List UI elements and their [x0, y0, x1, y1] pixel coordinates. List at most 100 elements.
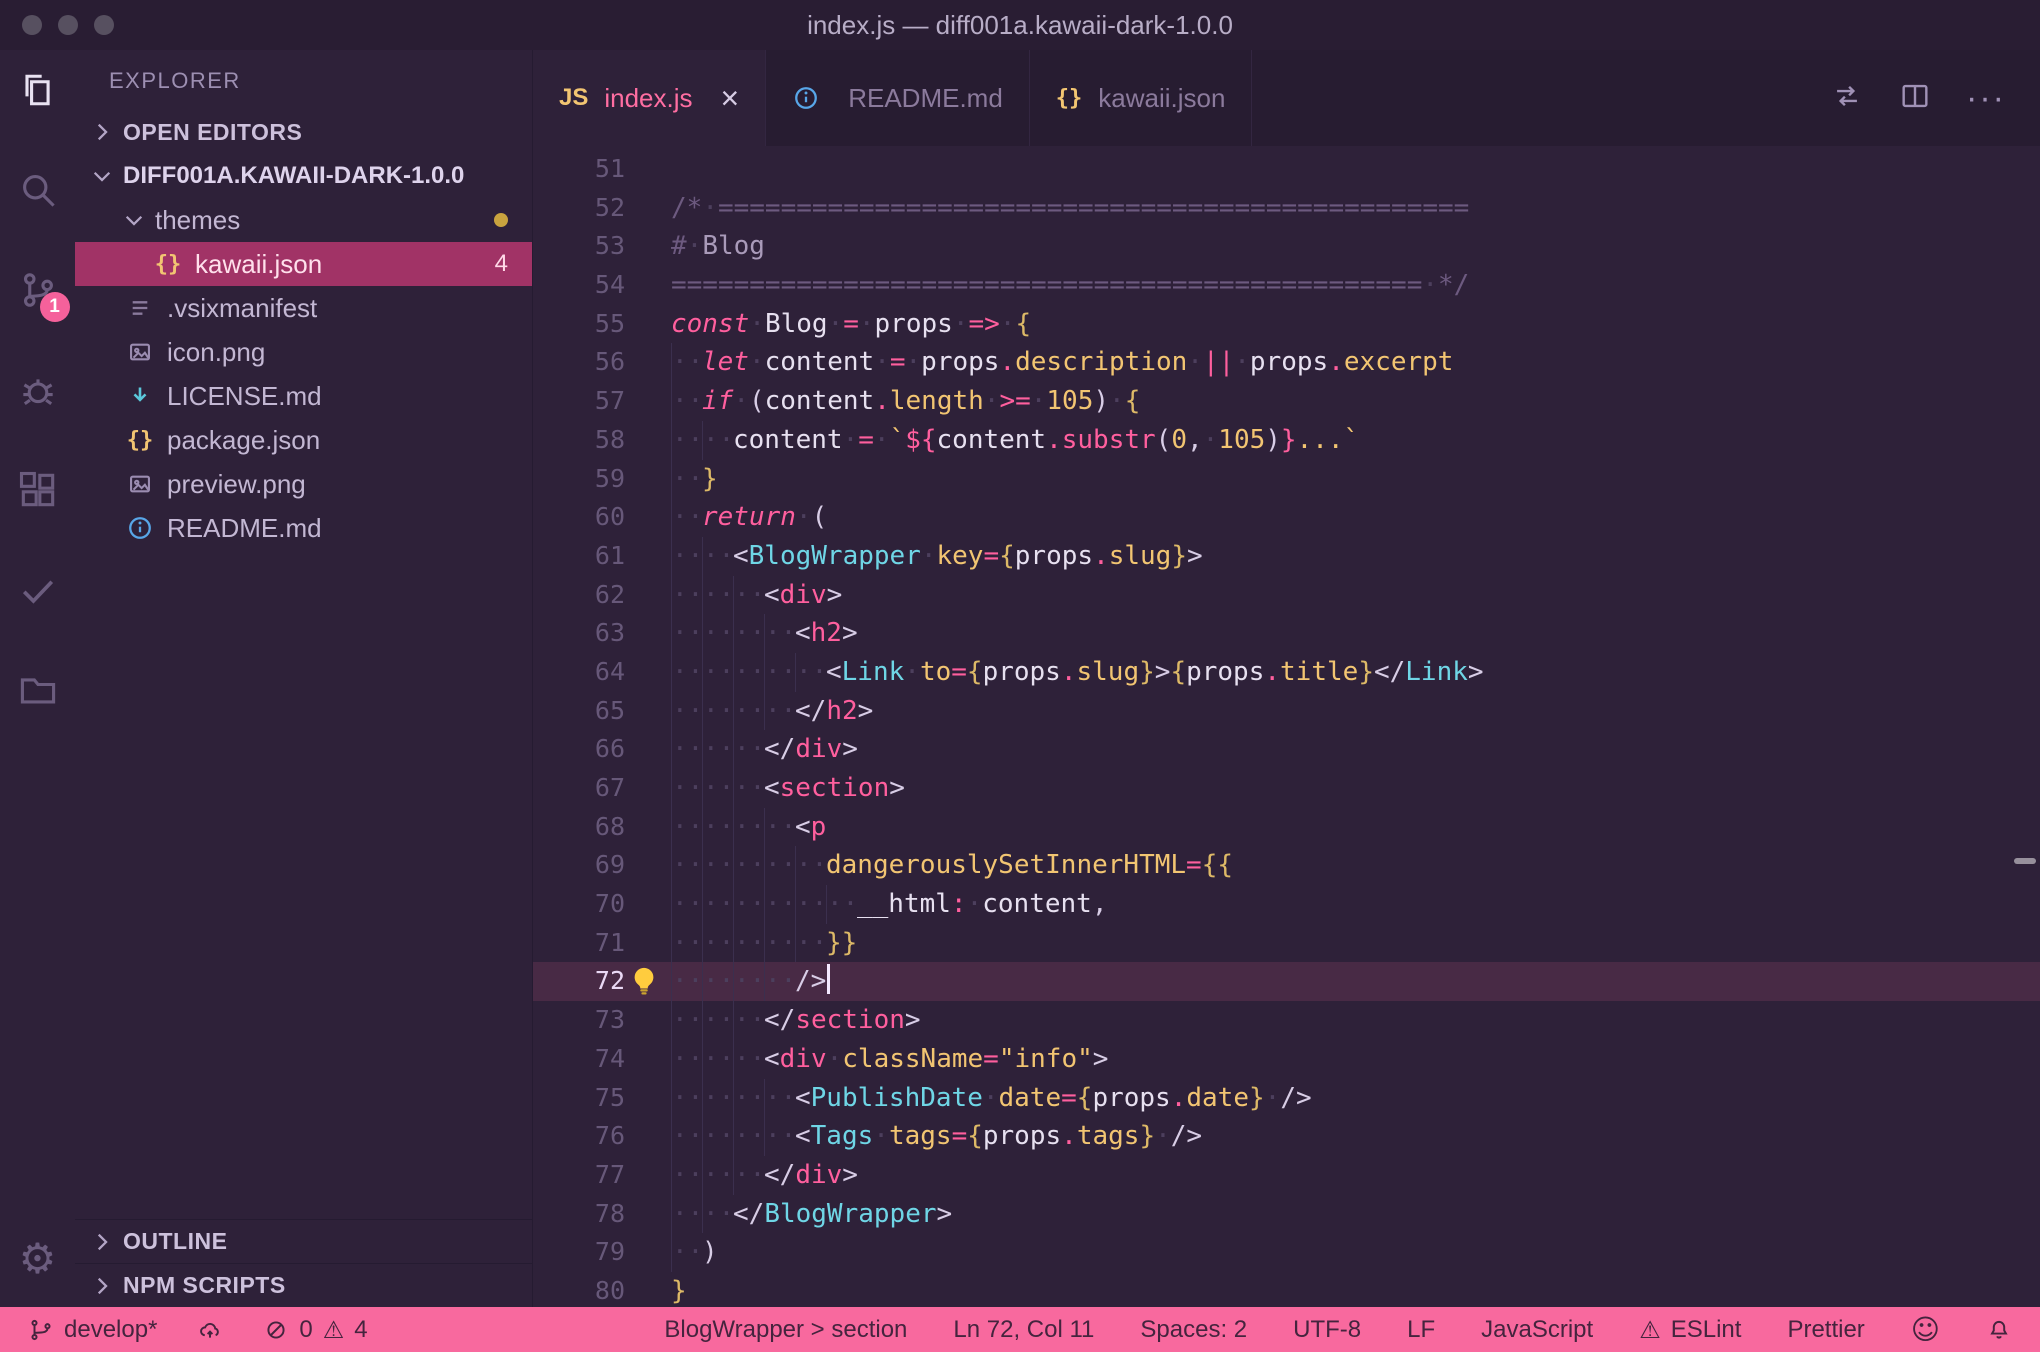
code-token: ··	[733, 962, 764, 1001]
tree-item-package-json[interactable]: {} package.json	[75, 418, 532, 462]
run-debug-icon[interactable]	[16, 368, 60, 412]
code-token: ··	[702, 614, 733, 653]
project-manager-icon[interactable]	[16, 668, 60, 712]
code-line-70[interactable]: 70············__html:·content,	[533, 885, 2040, 924]
code-token: =	[1061, 1083, 1077, 1113]
code-line-57[interactable]: 57··if·(content.length·>=·105)·{	[533, 382, 2040, 421]
close-window-button[interactable]	[22, 15, 42, 35]
code-line-78[interactable]: 78····</BlogWrapper>	[533, 1195, 2040, 1234]
code-line-67[interactable]: 67······<section>	[533, 769, 2040, 808]
code-line-80[interactable]: 80}	[533, 1272, 2040, 1307]
notifications-bell-icon[interactable]	[1986, 1317, 2012, 1343]
code-line-76[interactable]: 76········<Tags·tags={props.tags}·/>	[533, 1117, 2040, 1156]
tree-item-vsixmanifest[interactable]: .vsixmanifest	[75, 286, 532, 330]
code-line-71[interactable]: 71··········}}	[533, 924, 2040, 963]
indentation-status[interactable]: Spaces: 2	[1140, 1316, 1247, 1344]
code-line-60[interactable]: 60··return·(	[533, 498, 2040, 537]
search-icon[interactable]	[16, 168, 60, 212]
image-file-icon	[125, 471, 155, 497]
code-token: }	[1139, 1121, 1155, 1151]
code-line-59[interactable]: 59··}	[533, 460, 2040, 499]
eslint-status[interactable]: ⚠ ESLint	[1639, 1316, 1741, 1344]
code-text: ············__html:·content,	[625, 885, 2040, 924]
line-number: 74	[533, 1040, 625, 1079]
language-mode-status[interactable]: JavaScript	[1481, 1316, 1593, 1344]
code-line-52[interactable]: 52/*·===================================…	[533, 189, 2040, 228]
code-token: props	[983, 657, 1061, 687]
code-token: ··	[671, 614, 702, 653]
code-token: <	[795, 1083, 811, 1113]
code-line-65[interactable]: 65········</h2>	[533, 692, 2040, 731]
code-token: ··	[671, 460, 702, 499]
open-editors-section[interactable]: OPEN EDITORS	[75, 110, 532, 154]
zoom-window-button[interactable]	[94, 15, 114, 35]
code-line-55[interactable]: 55const·Blog·=·props·=>·{	[533, 305, 2040, 344]
line-number: 66	[533, 730, 625, 769]
problems-status[interactable]: 0 ⚠ 4	[263, 1316, 367, 1344]
code-token: tags	[889, 1121, 952, 1151]
cursor-position-status[interactable]: Ln 72, Col 11	[953, 1316, 1094, 1344]
code-line-53[interactable]: 53#·Blog	[533, 227, 2040, 266]
scope-status[interactable]: BlogWrapper > section	[664, 1316, 907, 1344]
code-line-73[interactable]: 73······</section>	[533, 1001, 2040, 1040]
tab-readme-md[interactable]: README.md	[766, 50, 1030, 146]
code-token: ·	[983, 1083, 999, 1113]
code-editor[interactable]: 5152/*·=================================…	[533, 146, 2040, 1307]
code-line-69[interactable]: 69··········dangerouslySetInnerHTML={{	[533, 846, 2040, 885]
code-line-74[interactable]: 74······<div·className="info">	[533, 1040, 2040, 1079]
explorer-icon[interactable]	[16, 68, 60, 112]
testing-icon[interactable]	[16, 568, 60, 612]
code-line-66[interactable]: 66······</div>	[533, 730, 2040, 769]
lightbulb-icon[interactable]	[629, 966, 659, 996]
code-line-62[interactable]: 62······<div>	[533, 576, 2040, 615]
git-branch-status[interactable]: develop*	[28, 1316, 157, 1344]
tree-item-readme-md[interactable]: README.md	[75, 506, 532, 550]
tree-item-preview-png[interactable]: preview.png	[75, 462, 532, 506]
tree-item-kawaii-json[interactable]: {} kawaii.json 4	[75, 242, 532, 286]
feedback-smiley-icon[interactable]: ☺	[1911, 1316, 1940, 1344]
npm-scripts-section[interactable]: NPM SCRIPTS	[75, 1263, 532, 1307]
more-actions-icon[interactable]: ···	[1966, 81, 2006, 115]
code-token: }	[702, 464, 718, 494]
tree-item-license-md[interactable]: LICENSE.md	[75, 374, 532, 418]
code-token: <	[795, 1121, 811, 1151]
code-line-68[interactable]: 68········<p	[533, 808, 2040, 847]
close-tab-icon[interactable]: ×	[721, 82, 740, 114]
code-token: props	[983, 1121, 1061, 1151]
code-line-61[interactable]: 61····<BlogWrapper·key={props.slug}>	[533, 537, 2040, 576]
cloud-upload-icon	[197, 1317, 223, 1343]
encoding-status[interactable]: UTF-8	[1293, 1316, 1361, 1344]
code-token: ··	[733, 1001, 764, 1040]
sync-changes-status[interactable]	[197, 1317, 223, 1343]
code-line-54[interactable]: 54======================================…	[533, 266, 2040, 305]
tab-kawaii-json[interactable]: {} kawaii.json	[1030, 50, 1253, 146]
settings-gear-icon[interactable]: ⚙	[16, 1237, 60, 1281]
code-line-72[interactable]: 72········/>	[533, 962, 2040, 1001]
code-line-58[interactable]: 58····content·=·`${content.substr(0,·105…	[533, 421, 2040, 460]
source-control-icon[interactable]: 1	[16, 268, 60, 312]
code-token: /*	[671, 193, 702, 223]
code-line-75[interactable]: 75········<PublishDate·date={props.date}…	[533, 1079, 2040, 1118]
extensions-icon[interactable]	[16, 468, 60, 512]
open-changes-icon[interactable]	[1830, 79, 1864, 118]
code-token: className	[842, 1044, 983, 1074]
code-line-77[interactable]: 77······</div>	[533, 1156, 2040, 1195]
editor-scrollbar-thumb[interactable]	[2014, 858, 2036, 864]
code-token: */	[1438, 270, 1469, 300]
code-line-63[interactable]: 63········<h2>	[533, 614, 2040, 653]
code-token: substr	[1062, 425, 1156, 455]
tab-index-js[interactable]: JS index.js ×	[533, 50, 766, 146]
tree-item-icon-png[interactable]: icon.png	[75, 330, 532, 374]
code-token: ··	[702, 1001, 733, 1040]
minimize-window-button[interactable]	[58, 15, 78, 35]
tree-item-themes[interactable]: themes	[75, 198, 532, 242]
outline-section[interactable]: OUTLINE	[75, 1219, 532, 1263]
prettier-status[interactable]: Prettier	[1787, 1316, 1864, 1344]
code-line-56[interactable]: 56··let·content·=·props.description·||·p…	[533, 343, 2040, 382]
workspace-root-section[interactable]: DIFF001A.KAWAII-DARK-1.0.0	[75, 154, 532, 198]
eol-status[interactable]: LF	[1407, 1316, 1435, 1344]
code-line-79[interactable]: 79··)	[533, 1233, 2040, 1272]
code-line-51[interactable]: 51	[533, 150, 2040, 189]
code-line-64[interactable]: 64··········<Link·to={props.slug}>{props…	[533, 653, 2040, 692]
split-editor-icon[interactable]	[1898, 79, 1932, 118]
